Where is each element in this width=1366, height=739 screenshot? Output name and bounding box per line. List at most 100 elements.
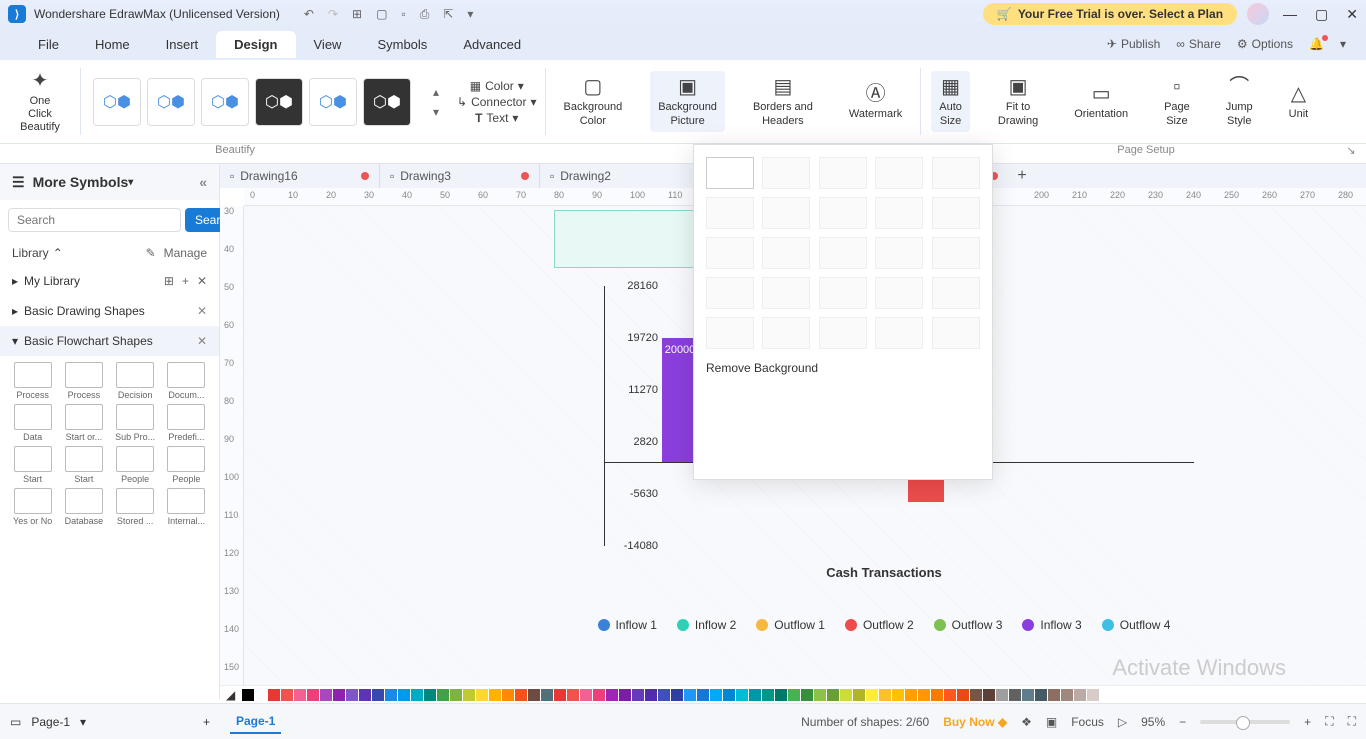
new-lib-icon[interactable]: ⊞	[164, 274, 174, 288]
background-thumb[interactable]	[706, 277, 754, 309]
color-swatch[interactable]	[528, 689, 540, 701]
color-swatch[interactable]	[489, 689, 501, 701]
play-icon[interactable]: ▷	[1118, 715, 1127, 729]
color-swatch[interactable]	[372, 689, 384, 701]
color-swatch[interactable]	[463, 689, 475, 701]
color-swatch[interactable]	[333, 689, 345, 701]
color-swatch[interactable]	[593, 689, 605, 701]
close-section-icon[interactable]: ✕	[197, 334, 207, 348]
color-swatch[interactable]	[983, 689, 995, 701]
color-swatch[interactable]	[619, 689, 631, 701]
qat-dropdown-icon[interactable]: ▾	[467, 7, 473, 22]
color-swatch[interactable]	[515, 689, 527, 701]
background-thumb[interactable]	[875, 157, 923, 189]
dialog-launcher-icon[interactable]: ↘	[1336, 144, 1366, 163]
background-thumb[interactable]	[819, 197, 867, 229]
shape-item[interactable]: Database	[59, 488, 108, 526]
color-swatch[interactable]	[970, 689, 982, 701]
redo-icon[interactable]: ↷	[328, 7, 338, 22]
menu-insert[interactable]: Insert	[148, 31, 217, 58]
one-click-beautify-button[interactable]: ✦ One Click Beautify	[10, 65, 70, 139]
shape-item[interactable]: Data	[8, 404, 57, 442]
menu-home[interactable]: Home	[77, 31, 148, 58]
background-thumb[interactable]	[762, 317, 810, 349]
shape-item[interactable]: Stored ...	[111, 488, 160, 526]
color-swatch[interactable]	[788, 689, 800, 701]
color-swatch[interactable]	[814, 689, 826, 701]
zoom-in-button[interactable]: +	[1304, 715, 1311, 729]
shape-item[interactable]: Start	[59, 446, 108, 484]
color-swatch[interactable]	[1022, 689, 1034, 701]
text-dropdown[interactable]: TText▾	[475, 111, 518, 125]
background-thumb[interactable]	[875, 237, 923, 269]
color-swatch[interactable]	[411, 689, 423, 701]
trial-banner[interactable]: 🛒 Your Free Trial is over. Select a Plan	[983, 3, 1237, 25]
background-color-button[interactable]: ▢ Background Color	[556, 71, 631, 131]
connector-dropdown[interactable]: ↳Connector▾	[457, 95, 536, 109]
color-swatch[interactable]	[385, 689, 397, 701]
options-button[interactable]: ⚙Options	[1237, 37, 1293, 51]
color-swatch[interactable]	[268, 689, 280, 701]
shape-item[interactable]: Process	[59, 362, 108, 400]
color-swatch[interactable]	[476, 689, 488, 701]
shape-item[interactable]: Yes or No	[8, 488, 57, 526]
background-thumb[interactable]	[932, 317, 980, 349]
notification-icon[interactable]: 🔔	[1309, 37, 1324, 51]
background-thumb[interactable]	[706, 317, 754, 349]
color-swatch[interactable]	[996, 689, 1008, 701]
publish-button[interactable]: ✈Publish	[1107, 37, 1160, 51]
background-thumb[interactable]	[706, 157, 754, 189]
export-icon[interactable]: ⇱	[443, 7, 453, 22]
color-swatch[interactable]	[424, 689, 436, 701]
color-swatch[interactable]	[580, 689, 592, 701]
color-swatch[interactable]	[866, 689, 878, 701]
theme-thumb[interactable]: ⬡⬢	[93, 78, 141, 126]
background-thumb[interactable]	[762, 157, 810, 189]
background-thumb[interactable]	[706, 197, 754, 229]
close-section-icon[interactable]: ✕	[197, 304, 207, 318]
background-thumb[interactable]	[932, 237, 980, 269]
gallery-up-icon[interactable]: ▴	[433, 85, 439, 99]
color-swatch[interactable]	[879, 689, 891, 701]
background-thumb[interactable]	[819, 157, 867, 189]
color-swatch[interactable]	[294, 689, 306, 701]
color-swatch[interactable]	[775, 689, 787, 701]
color-swatch[interactable]	[1074, 689, 1086, 701]
color-swatch[interactable]	[281, 689, 293, 701]
color-swatch[interactable]	[242, 689, 254, 701]
color-swatch[interactable]	[450, 689, 462, 701]
color-swatch[interactable]	[606, 689, 618, 701]
new-icon[interactable]: ⊞	[352, 7, 362, 22]
background-thumb[interactable]	[819, 237, 867, 269]
background-thumb[interactable]	[819, 317, 867, 349]
color-swatch[interactable]	[671, 689, 683, 701]
fit-page-icon[interactable]: ⛶	[1325, 714, 1333, 729]
close-icon[interactable]: ✕	[1346, 6, 1358, 23]
color-swatch[interactable]	[398, 689, 410, 701]
zoom-out-button[interactable]: −	[1179, 715, 1186, 729]
shape-item[interactable]: Internal...	[162, 488, 211, 526]
color-swatch[interactable]	[346, 689, 358, 701]
color-swatch[interactable]	[736, 689, 748, 701]
undo-icon[interactable]: ↶	[304, 7, 314, 22]
hamburger-icon[interactable]: ☰	[12, 174, 25, 191]
add-tab-button[interactable]: +	[1008, 167, 1036, 185]
background-thumb[interactable]	[932, 197, 980, 229]
page-tab[interactable]: Page-1	[230, 710, 281, 734]
remove-background-button[interactable]: Remove Background	[706, 361, 980, 375]
doc-tab[interactable]: ▫Drawing2	[540, 164, 700, 188]
fullscreen-icon[interactable]: ⛶	[1348, 714, 1356, 729]
doc-tab[interactable]: ▫Drawing16	[220, 164, 380, 188]
color-dropdown[interactable]: ▦Color▾	[470, 79, 524, 93]
menu-design[interactable]: Design	[216, 31, 295, 58]
page-dropdown-icon[interactable]: ▾	[80, 715, 86, 729]
background-thumb[interactable]	[875, 317, 923, 349]
color-swatch[interactable]	[749, 689, 761, 701]
color-swatch[interactable]	[645, 689, 657, 701]
color-swatch[interactable]	[1009, 689, 1021, 701]
jump-style-button[interactable]: ⌒ Jump Style	[1218, 71, 1261, 131]
maximize-icon[interactable]: ▢	[1315, 6, 1328, 23]
color-swatch[interactable]	[541, 689, 553, 701]
shape-item[interactable]: Process	[8, 362, 57, 400]
color-swatch[interactable]	[892, 689, 904, 701]
